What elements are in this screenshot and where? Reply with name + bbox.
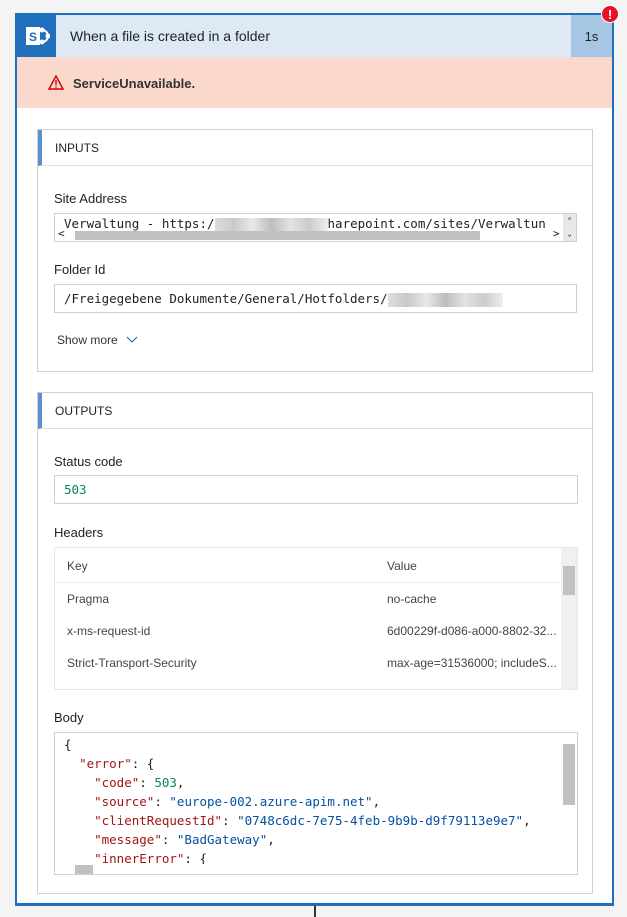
code-line: { [64,737,72,752]
body-code-field[interactable]: { "error": { "code": 503, "source": "eur… [54,732,578,875]
vertical-scrollbar[interactable] [561,548,577,689]
table-header: Key Value [55,548,560,583]
vertical-scrollbar[interactable]: ⌃ ⌄ [563,214,576,241]
folder-id-field[interactable]: /Freigegebene Dokumente/General/Hotfolde… [54,284,577,313]
scroll-left-icon[interactable]: < [58,227,65,240]
scroll-thumb[interactable] [563,566,575,595]
table-row: Pragma no-cache [55,584,560,616]
error-message: ServiceUnavailable. [73,76,196,91]
column-value: Value [387,559,417,573]
horizontal-scrollbar[interactable] [75,231,480,240]
action-header[interactable]: S When a file is created in a folder 1s [15,13,614,57]
action-title: When a file is created in a folder [70,28,270,44]
warning-triangle-icon [48,75,64,90]
table-row: Strict-Transport-Security max-age=3153600… [55,648,560,680]
site-address-field[interactable]: Verwaltung - https:/harepoint.com/sites/… [54,213,577,242]
error-badge-icon: ! [601,5,619,23]
outputs-section: OUTPUTS Status code 503 Headers Key Valu… [37,392,593,894]
status-code-field[interactable]: 503 [54,475,578,504]
svg-text:S: S [28,30,36,44]
header-value: 6d00229f-d086-a000-8802-32... [387,624,557,638]
inputs-title: INPUTS [38,130,592,166]
headers-table: Key Value Pragma no-cache x-ms-request-id 6… [54,547,578,690]
sharepoint-logo-icon: S [17,15,56,57]
scroll-right-icon[interactable]: > [553,227,560,240]
connector-line [314,906,316,917]
code-line: "code": 503, [94,775,185,790]
header-value: max-age=31536000; includeS... [387,656,557,670]
code-line: "source": "europe-002.azure-apim.net", [94,794,381,809]
code-line: "message": "BadGateway", [94,832,275,847]
headers-label: Headers [54,525,104,540]
folder-id-label: Folder Id [54,262,106,277]
header-key: Strict-Transport-Security [67,656,197,670]
vertical-scrollbar[interactable] [561,733,577,874]
redacted [214,217,328,232]
header-key: x-ms-request-id [67,624,151,638]
body-label: Body [54,710,84,725]
code-line: "error": { [79,756,155,771]
code-line: "clientRequestId": "0748c6dc-7e75-4feb-9… [94,813,531,828]
status-code-label: Status code [54,454,123,469]
outputs-title: OUTPUTS [38,393,592,429]
header-key: Pragma [67,592,110,606]
scroll-thumb[interactable] [563,744,575,805]
header-value: no-cache [387,592,437,606]
redacted [387,292,503,307]
site-address-label: Site Address [54,191,127,206]
horizontal-scrollbar[interactable] [55,864,560,874]
chevron-down-icon [126,336,138,343]
column-key: Key [67,559,88,573]
inputs-section: INPUTS Site Address Verwaltung - https:/… [37,129,593,372]
show-more-button[interactable]: Show more [57,333,138,347]
error-banner: ServiceUnavailable. [17,57,612,108]
scroll-thumb[interactable] [75,865,93,874]
table-row: x-ms-request-id 6d00229f-d086-a000-8802-3… [55,616,560,648]
